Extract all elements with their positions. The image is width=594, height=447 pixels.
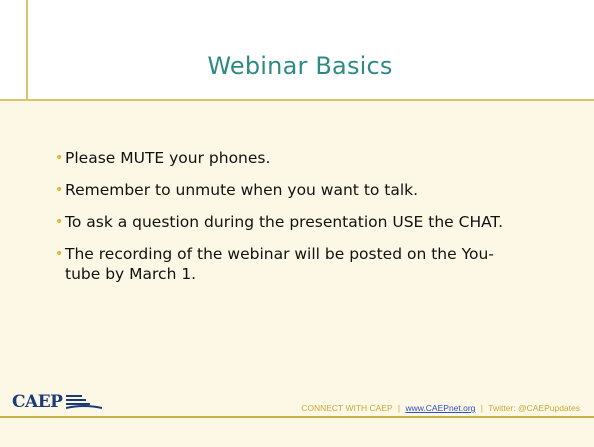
website-link[interactable]: www.CAEPnet.org xyxy=(405,403,475,413)
twitter-handle: Twitter: @CAEPupdates xyxy=(488,403,580,413)
bullet-text: Please MUTE your phones. xyxy=(65,149,271,167)
bullet-dot-icon: • xyxy=(55,150,64,166)
slide-title: Webinar Basics xyxy=(207,52,393,80)
bullet-dot-icon: • xyxy=(55,246,64,262)
footer-divider xyxy=(0,416,594,418)
bullet-item: • Remember to unmute when you want to ta… xyxy=(55,180,525,200)
footer-separator: | xyxy=(397,403,401,413)
caep-logo: CAEP xyxy=(12,390,122,414)
bullet-dot-icon: • xyxy=(55,182,64,198)
bullet-dot-icon: • xyxy=(55,214,64,230)
connect-text: CONNECT WITH CAEP xyxy=(301,403,393,413)
caep-logo-lines-icon xyxy=(66,395,103,409)
footer-separator: | xyxy=(480,403,483,413)
bullet-item: • Please MUTE your phones. xyxy=(55,148,525,168)
title-band xyxy=(0,0,594,100)
accent-line-horizontal xyxy=(0,99,594,101)
presentation-slide: Webinar Basics • Please MUTE your phones… xyxy=(0,0,594,447)
bullet-text: The recording of the webinar will be pos… xyxy=(65,245,494,283)
bullet-item: • The recording of the webinar will be p… xyxy=(55,244,525,284)
bullet-text: To ask a question during the presentatio… xyxy=(65,213,504,231)
accent-line-vertical xyxy=(26,0,28,100)
footer-contact: CONNECT WITH CAEP | www.CAEPnet.org | Tw… xyxy=(250,403,580,413)
logo-text: CAEP xyxy=(12,392,63,412)
bullet-text: Remember to unmute when you want to talk… xyxy=(65,181,419,199)
bullet-item: • To ask a question during the presentat… xyxy=(55,212,525,232)
bullet-list: • Please MUTE your phones. • Remember to… xyxy=(55,148,525,296)
